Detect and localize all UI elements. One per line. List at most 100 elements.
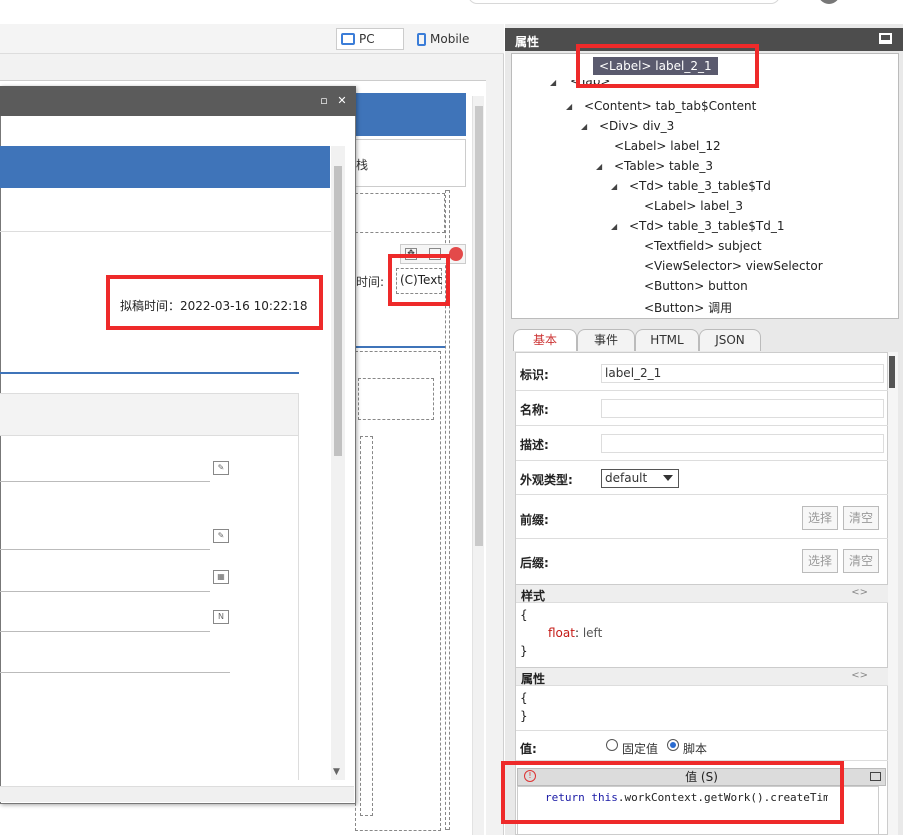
canvas-scroll-thumb[interactable] xyxy=(475,106,483,546)
avatar[interactable] xyxy=(818,0,840,4)
canvas-dashed-cell xyxy=(360,436,373,816)
highlight-box-selected-node xyxy=(576,44,759,88)
dialog-titlebar[interactable] xyxy=(0,86,356,116)
tree-node-viewselector[interactable]: <ViewSelector> viewSelector xyxy=(644,259,823,273)
tree-node-button-call[interactable]: <Button> 调用 xyxy=(644,299,732,316)
tree-node-td-1[interactable]: <Td> table_3_table$Td_1 xyxy=(629,219,785,233)
style-code-editor[interactable]: { float: left } xyxy=(520,606,602,660)
expand-icon[interactable]: ◢ xyxy=(596,162,602,171)
form-separator xyxy=(516,494,888,495)
form-scroll-thumb[interactable] xyxy=(889,356,895,388)
code-toggle-icon[interactable]: <> xyxy=(851,670,868,681)
pc-toggle-label: PC xyxy=(359,32,375,46)
canvas-dashed-block[interactable] xyxy=(355,193,445,233)
tab-json[interactable]: JSON xyxy=(699,329,761,351)
dialog-scrollbar[interactable]: ▼ xyxy=(331,146,345,780)
panel-toggle-icon[interactable] xyxy=(879,33,892,44)
canvas-divider xyxy=(355,346,445,348)
dialog-blue-header xyxy=(0,146,330,188)
canvas-dashed-row xyxy=(358,378,434,420)
canvas-text-cell[interactable]: 栈 xyxy=(355,139,466,187)
tree-node-table[interactable]: <Table> table_3 xyxy=(614,159,713,173)
tree-node-label-3[interactable]: <Label> label_3 xyxy=(644,199,743,213)
properties-title: 属性 xyxy=(515,35,540,49)
edit-icon[interactable]: ✎ xyxy=(213,461,229,475)
attr-open-brace: { xyxy=(520,691,528,705)
delete-icon[interactable] xyxy=(449,247,463,261)
value-label: 值: xyxy=(520,742,537,756)
monitor-icon xyxy=(341,33,355,45)
style-section-header[interactable]: 样式 <> xyxy=(516,584,888,603)
tree-node-td[interactable]: <Td> table_3_table$Td xyxy=(629,179,771,193)
attr-code-editor[interactable]: { } xyxy=(520,689,528,725)
fixed-value-radio[interactable] xyxy=(606,739,618,751)
maximize-icon[interactable] xyxy=(870,772,881,781)
style-section-title: 样式 xyxy=(521,589,546,603)
browser-search-field[interactable] xyxy=(468,0,780,4)
tree-node-label-12[interactable]: <Label> label_12 xyxy=(614,139,721,153)
calendar-icon[interactable]: ▦ xyxy=(213,570,229,584)
prefix-select-button[interactable]: 选择 xyxy=(802,506,838,530)
expand-icon[interactable]: ◢ xyxy=(566,102,572,111)
tree-node-button[interactable]: <Button> button xyxy=(644,279,748,293)
canvas-partial-text: 栈 xyxy=(356,158,369,172)
appearance-label: 外观类型: xyxy=(520,473,573,487)
expand-icon[interactable]: ◢ xyxy=(611,182,617,191)
appearance-select[interactable]: default xyxy=(601,469,679,488)
dialog-form-body xyxy=(0,436,299,780)
phone-icon xyxy=(417,32,426,46)
close-icon[interactable]: ✕ xyxy=(336,95,348,107)
expand-icon[interactable]: ◢ xyxy=(581,122,587,131)
highlight-box-value-code xyxy=(501,761,844,824)
name-label: 名称: xyxy=(520,403,549,417)
canvas-scrollbar[interactable] xyxy=(472,96,484,835)
appearance-select-value: default xyxy=(605,471,648,485)
tab-events[interactable]: 事件 xyxy=(577,329,635,351)
dialog-blue-divider xyxy=(0,372,299,374)
suffix-clear-button[interactable]: 清空 xyxy=(843,549,879,573)
fixed-value-label: 固定值 xyxy=(622,742,659,756)
mobile-toggle-label: Mobile xyxy=(430,32,470,46)
suffix-label: 后缀: xyxy=(520,556,549,570)
dialog-footer xyxy=(0,786,354,802)
form-separator xyxy=(516,425,888,426)
edit-icon[interactable]: ✎ xyxy=(213,529,229,543)
form-scrollbar[interactable] xyxy=(888,352,898,835)
name-input[interactable] xyxy=(601,399,884,418)
prefix-clear-button[interactable]: 清空 xyxy=(843,506,879,530)
style-value: left xyxy=(582,626,603,640)
form-field-underline[interactable] xyxy=(0,631,210,632)
tree-node-textfield[interactable]: <Textfield> subject xyxy=(644,239,762,253)
tab-html[interactable]: HTML xyxy=(635,329,699,351)
form-field-underline[interactable] xyxy=(0,549,210,550)
style-colon: : xyxy=(574,626,580,640)
number-icon[interactable]: N xyxy=(213,610,229,624)
suffix-select-button[interactable]: 选择 xyxy=(802,549,838,573)
id-label: 标识: xyxy=(520,368,549,382)
tab-basic[interactable]: 基本 xyxy=(513,329,577,351)
mobile-view-toggle[interactable]: Mobile xyxy=(412,28,500,50)
canvas-time-label: 时间: xyxy=(356,275,385,289)
form-field-underline[interactable] xyxy=(0,481,210,482)
desc-input[interactable] xyxy=(601,434,884,453)
style-open-brace: { xyxy=(520,608,528,622)
scroll-down-icon[interactable]: ▼ xyxy=(333,767,340,777)
canvas-header-bar xyxy=(355,93,466,136)
style-rule: float: left xyxy=(520,624,602,642)
highlight-box-draft-time xyxy=(106,275,323,330)
pc-view-toggle[interactable]: PC xyxy=(336,28,404,50)
id-input[interactable]: label_2_1 xyxy=(601,364,884,383)
expand-icon[interactable]: ◢ xyxy=(550,80,556,87)
form-field-underline[interactable] xyxy=(0,672,230,673)
attr-section-title: 属性 xyxy=(521,672,546,686)
code-toggle-icon[interactable]: <> xyxy=(851,587,868,598)
tree-node-div[interactable]: <Div> div_3 xyxy=(599,119,674,133)
restore-icon[interactable]: ▫ xyxy=(318,95,330,107)
dialog-scroll-thumb[interactable] xyxy=(334,166,342,456)
script-label: 脚本 xyxy=(683,742,708,756)
expand-icon[interactable]: ◢ xyxy=(611,222,617,231)
attr-section-header[interactable]: 属性 <> xyxy=(516,667,888,686)
tree-node-content[interactable]: <Content> tab_tab$Content xyxy=(584,99,756,113)
script-radio[interactable] xyxy=(667,739,679,751)
form-field-underline[interactable] xyxy=(0,591,210,592)
